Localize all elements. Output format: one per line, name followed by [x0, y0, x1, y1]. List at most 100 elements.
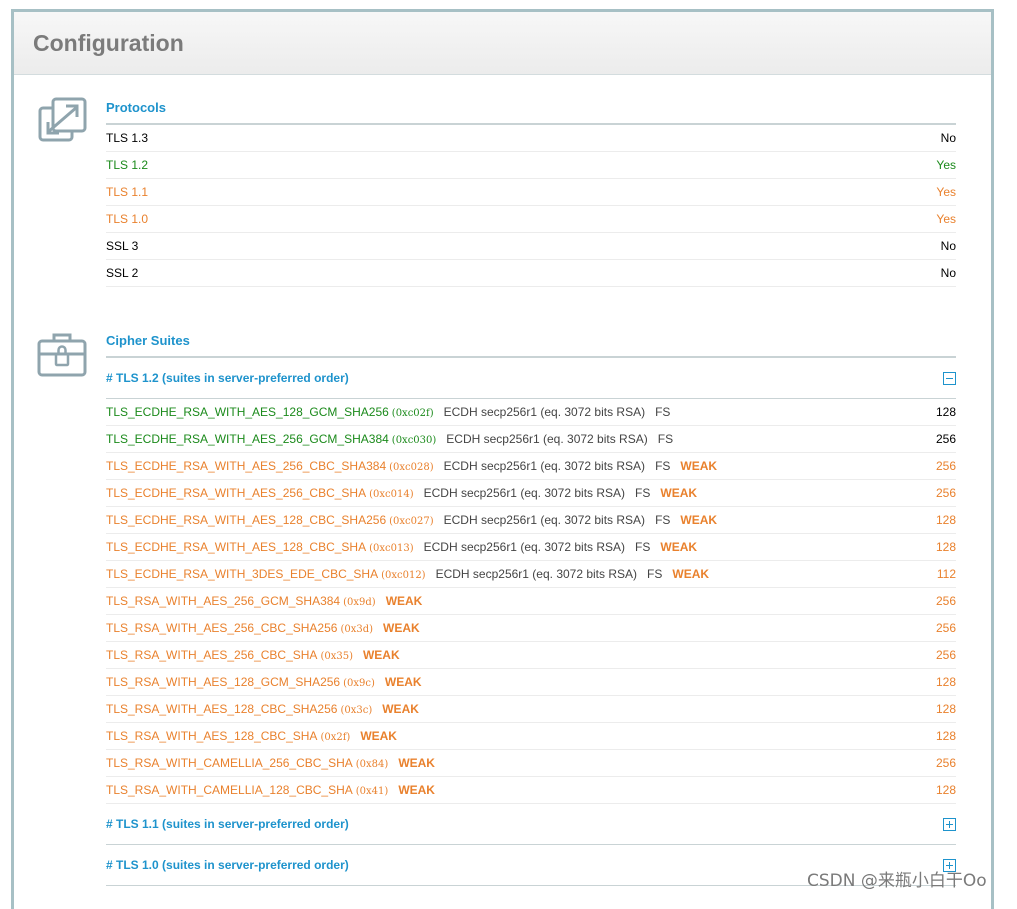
protocol-name: TLS 1.2: [106, 158, 149, 172]
cipher-name: TLS_RSA_WITH_AES_256_CBC_SHA (0x35): [106, 648, 353, 662]
key-bits: 128: [935, 513, 956, 527]
key-exchange: ECDH secp256r1 (eq. 3072 bits RSA): [443, 405, 646, 419]
weak-badge: WEAK: [382, 702, 419, 716]
protocol-support-value: Yes: [936, 212, 956, 226]
key-bits: 256: [935, 432, 956, 446]
cipher-name: TLS_RSA_WITH_AES_256_CBC_SHA256 (0x3d): [106, 621, 373, 635]
resize-arrows-icon: [38, 97, 87, 142]
cipher-code: (0x41): [355, 786, 389, 797]
protocol-list: TLS 1.3 No TLS 1.2 Yes TLS 1.1 Yes TLS 1.0 Yes S…: [106, 125, 956, 287]
protocol-name: TLS 1.3: [106, 131, 149, 145]
key-exchange: ECDH secp256r1 (eq. 3072 bits RSA): [435, 567, 638, 581]
protocol-row: SSL 3 No: [106, 233, 956, 260]
forward-secrecy-label: FS: [655, 513, 671, 527]
key-bits: 256: [935, 621, 956, 635]
cipher-name: TLS_RSA_WITH_AES_128_CBC_SHA (0x2f): [106, 729, 350, 743]
protocol-support-value: Yes: [936, 185, 956, 199]
cipher-group-header[interactable]: # TLS 1.2 (suites in server-preferred or…: [106, 358, 956, 399]
cipher-code: (0xc028): [389, 462, 434, 473]
weak-badge: WEAK: [384, 675, 422, 689]
cipher-name: TLS_ECDHE_RSA_WITH_3DES_EDE_CBC_SHA (0xc0…: [106, 567, 426, 581]
cipher-suite-name: TLS_ECDHE_RSA_WITH_AES_256_CBC_SHA384: [106, 459, 387, 473]
cipher-code: (0xc02f): [391, 408, 434, 419]
cipher-row: TLS_ECDHE_RSA_WITH_3DES_EDE_CBC_SHA (0xc0…: [106, 561, 956, 588]
protocol-support-value: No: [940, 266, 956, 280]
cipher-row: TLS_RSA_WITH_AES_256_CBC_SHA256 (0x3d) WEA…: [106, 615, 956, 642]
cipher-name: TLS_RSA_WITH_CAMELLIA_256_CBC_SHA (0x84): [106, 756, 388, 770]
weak-badge: WEAK: [660, 540, 698, 554]
protocols-body: Protocols TLS 1.3 No TLS 1.2 Yes TLS 1.1 Yes T…: [106, 100, 956, 287]
key-bits: 112: [936, 567, 956, 581]
weak-badge: WEAK: [680, 459, 718, 473]
weak-badge: WEAK: [383, 621, 420, 635]
expand-icon[interactable]: [943, 817, 956, 831]
protocol-support-value: Yes: [936, 158, 956, 172]
cipher-row: TLS_ECDHE_RSA_WITH_AES_128_CBC_SHA256 (0x…: [106, 507, 956, 534]
protocol-name: TLS 1.1: [106, 185, 149, 199]
key-exchange: ECDH secp256r1 (eq. 3072 bits RSA): [443, 459, 646, 473]
key-bits: 128: [935, 540, 956, 554]
cipher-suite-name: TLS_RSA_WITH_AES_128_CBC_SHA: [106, 729, 318, 743]
weak-badge: WEAK: [398, 756, 435, 770]
cipher-code: (0x3d): [340, 624, 374, 635]
cipher-suite-name: TLS_RSA_WITH_CAMELLIA_256_CBC_SHA: [106, 756, 353, 770]
protocol-name: SSL 2: [106, 266, 139, 280]
cipher-name: TLS_ECDHE_RSA_WITH_AES_128_CBC_SHA (0xc01…: [106, 540, 414, 554]
collapse-icon[interactable]: [943, 371, 956, 385]
cipher-suite-name: TLS_ECDHE_RSA_WITH_AES_256_GCM_SHA384: [106, 432, 389, 446]
cipher-name: TLS_ECDHE_RSA_WITH_AES_128_CBC_SHA256 (0x…: [106, 513, 434, 527]
forward-secrecy-label: FS: [655, 459, 671, 473]
toolbox-lock-icon: [37, 333, 87, 377]
key-bits: 128: [935, 729, 956, 743]
cipher-name: TLS_ECDHE_RSA_WITH_AES_256_GCM_SHA384 (0x…: [106, 432, 436, 446]
forward-secrecy-label: FS: [635, 540, 651, 554]
protocol-row: TLS 1.1 Yes: [106, 179, 956, 206]
cipher-suite-name: TLS_RSA_WITH_AES_256_GCM_SHA384: [106, 594, 341, 608]
key-bits: 256: [935, 648, 956, 662]
page-title: Configuration: [33, 30, 184, 56]
cipher-code: (0xc013): [369, 543, 414, 554]
cipher-suite-name: TLS_ECDHE_RSA_WITH_AES_128_CBC_SHA256: [106, 513, 387, 527]
protocol-support-value: No: [940, 239, 956, 253]
cipher-suite-name: TLS_RSA_WITH_AES_256_CBC_SHA256: [106, 621, 338, 635]
weak-badge: WEAK: [398, 783, 435, 797]
cipher-code: (0x84): [355, 759, 389, 770]
cipher-suites-title: Cipher Suites: [106, 333, 956, 358]
forward-secrecy-label: FS: [635, 486, 651, 500]
cipher-name: TLS_RSA_WITH_AES_256_GCM_SHA384 (0x9d): [106, 594, 376, 608]
cipher-code: (0x3c): [340, 705, 373, 716]
cipher-code: (0x35): [320, 651, 353, 662]
cipher-suite-name: TLS_RSA_WITH_AES_256_CBC_SHA: [106, 648, 318, 662]
forward-secrecy-label: FS: [647, 567, 663, 581]
cipher-row: TLS_RSA_WITH_AES_128_GCM_SHA256 (0x9c) WEA…: [106, 669, 956, 696]
cipher-name: TLS_ECDHE_RSA_WITH_AES_256_CBC_SHA384 (0x…: [106, 459, 434, 473]
key-bits: 256: [935, 756, 956, 770]
cipher-row: TLS_ECDHE_RSA_WITH_AES_128_CBC_SHA (0xc01…: [106, 534, 956, 561]
cipher-row: TLS_RSA_WITH_AES_256_GCM_SHA384 (0x9d) WEA…: [106, 588, 956, 615]
cipher-group-title: # TLS 1.2 (suites in server-preferred or…: [106, 371, 349, 385]
cipher-code: (0x9d): [343, 597, 376, 608]
protocol-row: TLS 1.0 Yes: [106, 206, 956, 233]
key-bits: 128: [935, 702, 956, 716]
cipher-suites-body: Cipher Suites # TLS 1.2 (suites in serve…: [106, 333, 956, 886]
cipher-group-header[interactable]: # TLS 1.1 (suites in server-preferred or…: [106, 804, 956, 845]
key-bits: 256: [935, 459, 956, 473]
key-exchange: ECDH secp256r1 (eq. 3072 bits RSA): [446, 432, 648, 446]
cipher-row: TLS_ECDHE_RSA_WITH_AES_256_CBC_SHA384 (0x…: [106, 453, 956, 480]
cipher-row: TLS_RSA_WITH_AES_128_CBC_SHA (0x2f) WEAK 12…: [106, 723, 956, 750]
key-exchange: ECDH secp256r1 (eq. 3072 bits RSA): [423, 486, 626, 500]
key-bits: 128: [935, 405, 956, 419]
watermark: CSDN @来瓶小白干Oo: [807, 871, 987, 891]
weak-badge: WEAK: [680, 513, 718, 527]
key-bits: 256: [935, 594, 956, 608]
key-exchange: ECDH secp256r1 (eq. 3072 bits RSA): [423, 540, 626, 554]
protocol-name: SSL 3: [106, 239, 139, 253]
cipher-name: TLS_ECDHE_RSA_WITH_AES_256_CBC_SHA (0xc01…: [106, 486, 414, 500]
cipher-code: (0x9c): [343, 678, 375, 689]
cipher-suite-name: TLS_ECDHE_RSA_WITH_AES_128_CBC_SHA: [106, 540, 367, 554]
weak-badge: WEAK: [672, 567, 710, 581]
cipher-suite-name: TLS_ECDHE_RSA_WITH_AES_128_GCM_SHA256: [106, 405, 389, 419]
forward-secrecy-label: FS: [655, 405, 671, 419]
cipher-row: TLS_ECDHE_RSA_WITH_AES_256_CBC_SHA (0xc01…: [106, 480, 956, 507]
protocol-support-value: No: [940, 131, 956, 145]
